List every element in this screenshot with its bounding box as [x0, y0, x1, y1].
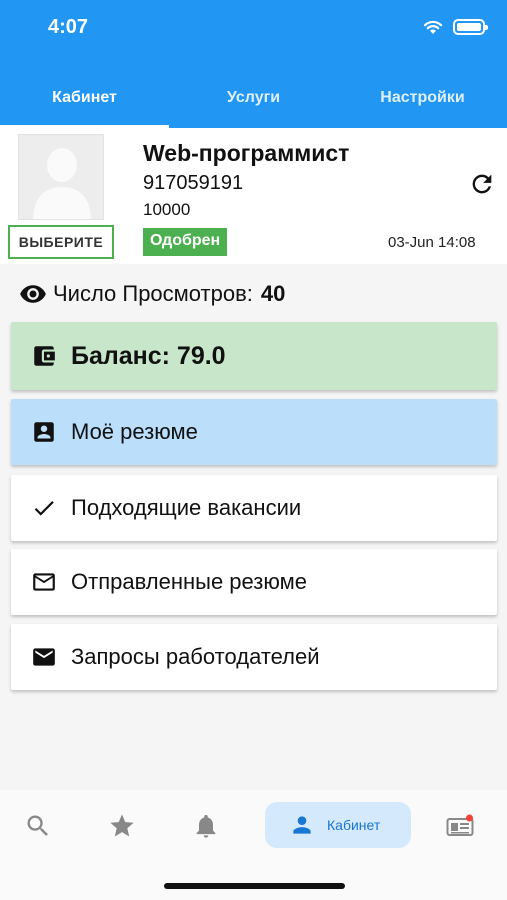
status-badge: Одобрен — [143, 228, 228, 256]
balance-label: Баланс: 79.0 — [71, 341, 226, 370]
update-datetime: 03-Jun 14:08 — [388, 234, 476, 251]
home-indicator — [164, 883, 345, 889]
check-icon — [34, 501, 54, 516]
nav-cabinet-label: Кабинет — [327, 817, 381, 833]
profile-phone: 917059191 — [143, 172, 244, 194]
views-counter: Число Просмотров: 40 — [19, 280, 285, 308]
person-icon — [293, 816, 311, 834]
balance-card[interactable]: Баланс: 79.0 — [11, 322, 497, 390]
profile-section: Web-программист 917059191 10000 ВЫБЕРИТЕ… — [0, 128, 507, 264]
employer-requests-label: Запросы работодателей — [71, 644, 320, 669]
select-button[interactable]: ВЫБЕРИТЕ — [8, 225, 114, 259]
search-icon[interactable] — [24, 812, 52, 840]
status-icons — [423, 19, 488, 35]
matching-vacancies-label: Подходящие вакансии — [71, 495, 302, 520]
contact-card-icon — [34, 422, 54, 442]
top-tabs: Кабинет Услуги Настройки — [0, 76, 507, 128]
bell-icon[interactable] — [192, 812, 220, 840]
avatar-placeholder-icon — [19, 135, 103, 219]
app-header: 4:07 Кабинет Услуги Настройки — [0, 0, 507, 128]
eye-icon — [20, 285, 46, 303]
my-resume-label: Моё резюме — [71, 419, 198, 444]
profile-amount: 10000 — [143, 200, 191, 219]
mail-icon — [33, 648, 55, 666]
wallet-icon — [34, 346, 55, 366]
newspaper-icon[interactable] — [446, 812, 474, 840]
avatar[interactable] — [18, 134, 104, 220]
tab-services[interactable]: Услуги — [169, 76, 338, 128]
battery-icon — [453, 19, 488, 35]
profile-name: Web-программист — [143, 140, 350, 166]
views-count: 40 — [260, 281, 286, 306]
wifi-icon — [423, 20, 443, 34]
tab-cabinet[interactable]: Кабинет — [0, 76, 169, 128]
matching-vacancies-card[interactable]: Подходящие вакансии — [11, 475, 497, 541]
refresh-icon[interactable] — [468, 170, 496, 198]
nav-cabinet-button[interactable]: Кабинет — [265, 802, 411, 848]
sent-resumes-card[interactable]: Отправленные резюме — [11, 549, 497, 615]
mail-outline-icon — [33, 573, 55, 591]
employer-requests-card[interactable]: Запросы работодателей — [11, 624, 497, 690]
status-time: 4:07 — [48, 16, 89, 38]
sent-resumes-label: Отправленные резюме — [71, 569, 307, 594]
star-icon[interactable] — [108, 812, 136, 840]
views-label: Число Просмотров: — [53, 281, 253, 306]
my-resume-card[interactable]: Моё резюме — [11, 399, 497, 465]
tab-settings[interactable]: Настройки — [338, 76, 507, 128]
